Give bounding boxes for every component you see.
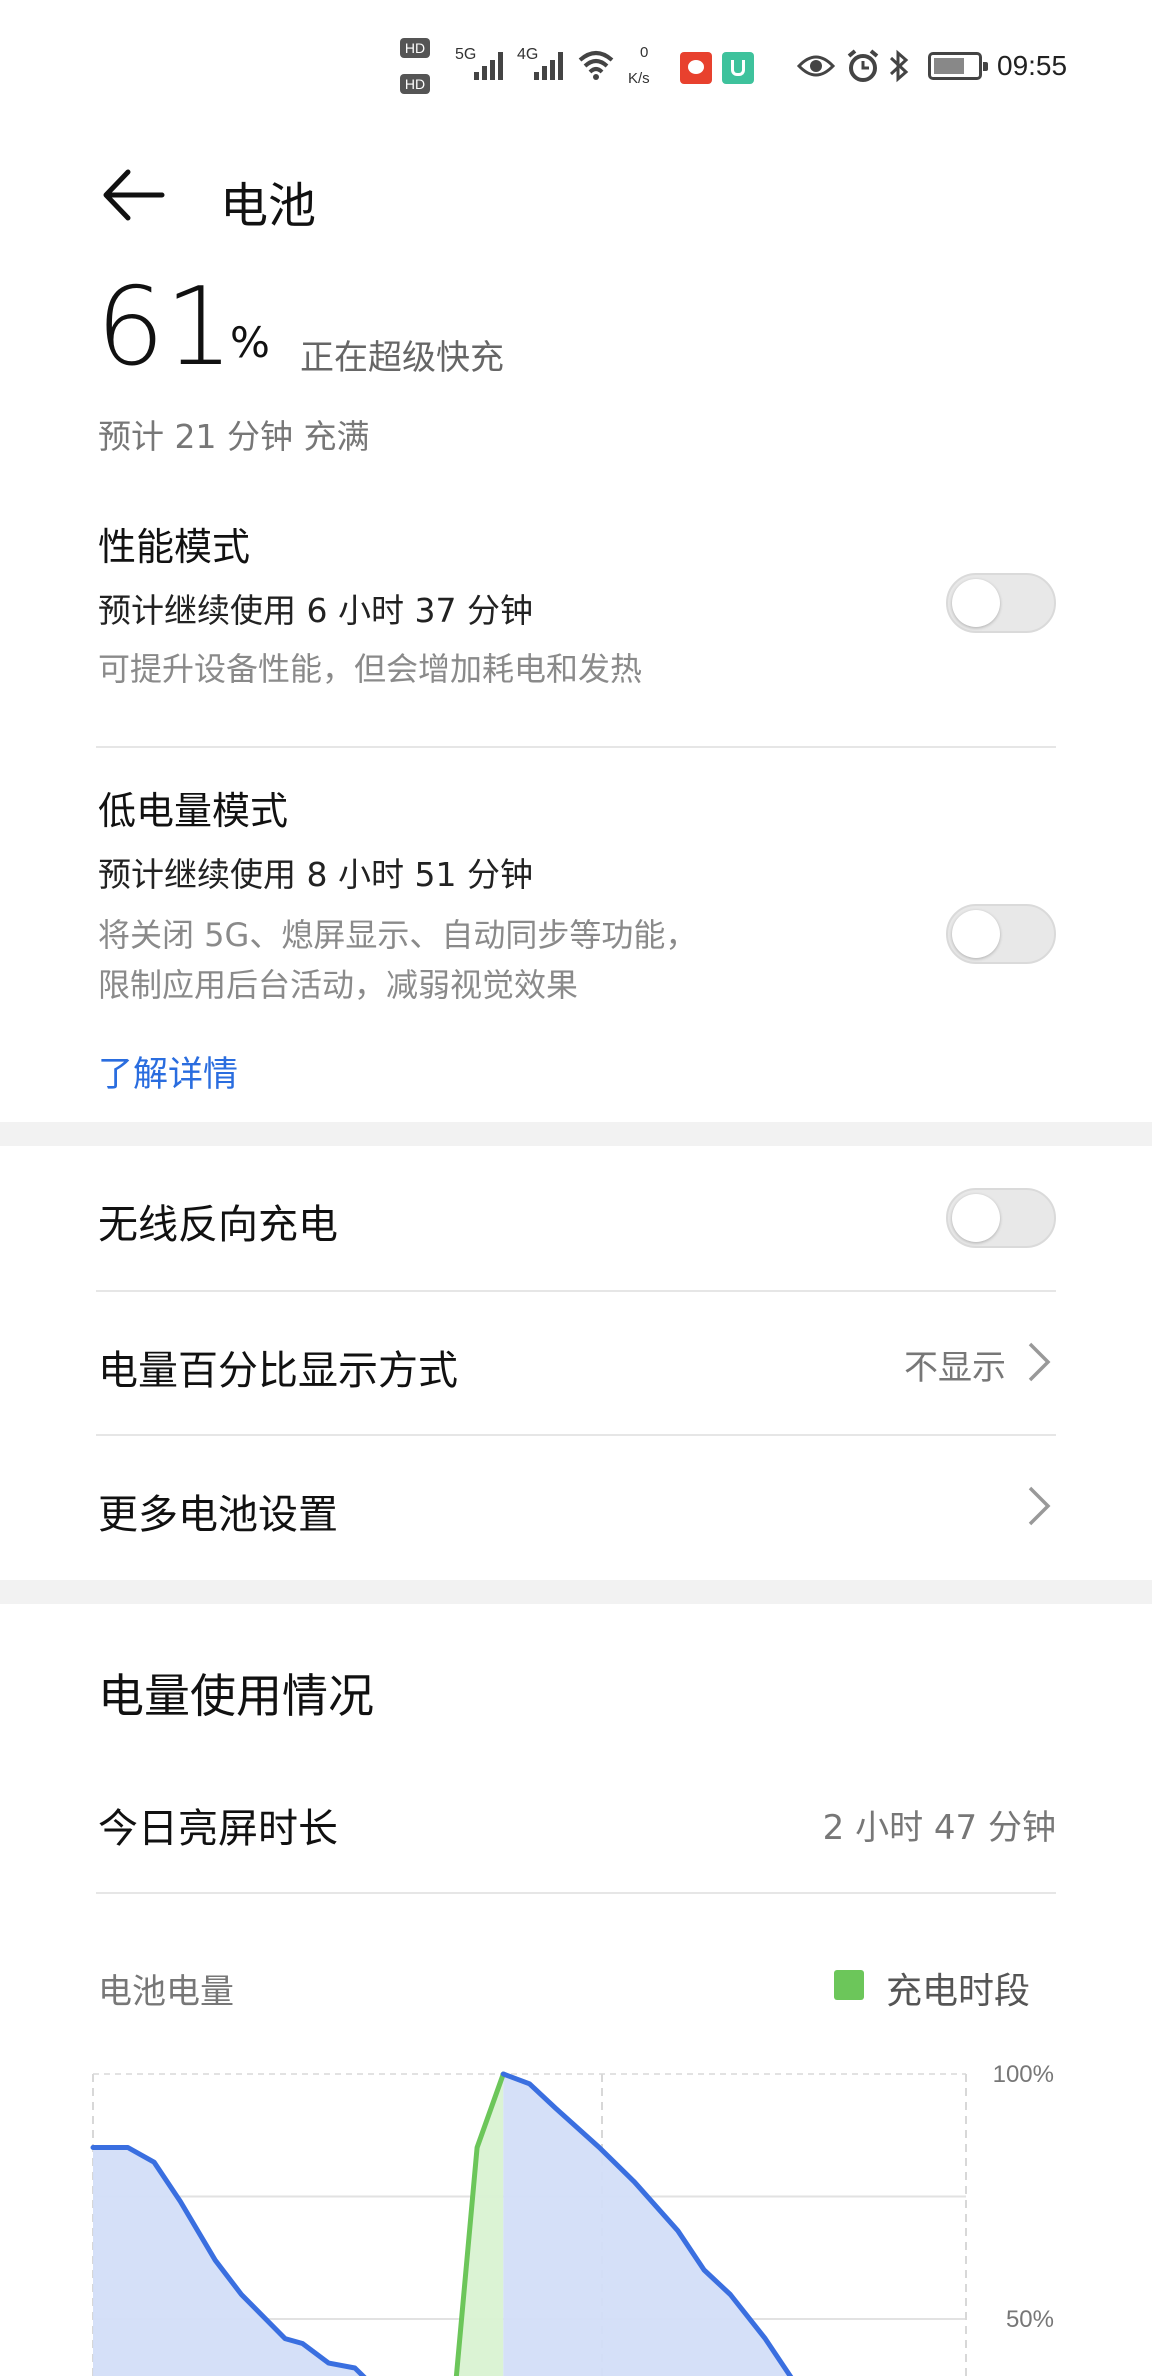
toggle-knob: [952, 1194, 1000, 1242]
mi-notification-icon: [722, 52, 754, 84]
app-notification-icon: [680, 52, 712, 84]
toggle-knob: [952, 910, 1000, 958]
net-speed-unit: K/s: [628, 70, 650, 87]
low-power-mode-description-line2: 限制应用后台活动，减弱视觉效果: [98, 966, 579, 1004]
screen-on-time-label: 今日亮屏时长: [98, 1806, 338, 1852]
legend-swatch-charging: [834, 1970, 864, 2000]
battery-percent: 61: [96, 265, 234, 390]
status-bar: HD HD 5G 4G 0 K/s 09:55: [0, 0, 1152, 110]
more-battery-settings-label: 更多电池设置: [98, 1492, 338, 1538]
toggle-knob: [952, 579, 1000, 627]
divider: [96, 1892, 1056, 1894]
section-separator: [0, 1122, 1152, 1146]
chart-title: 电池电量: [98, 1972, 234, 2012]
performance-mode-title: 性能模式: [98, 525, 251, 569]
low-power-mode-title: 低电量模式: [98, 789, 289, 833]
page-title: 电池: [220, 178, 317, 234]
battery-charging-icon: [928, 52, 988, 80]
clock: 09:55: [997, 50, 1068, 81]
net-speed-value: 0: [640, 44, 649, 61]
bluetooth-icon: [889, 49, 909, 83]
chart-areas: [93, 2074, 818, 2376]
reverse-wireless-charging-label: 无线反向充电: [98, 1202, 338, 1248]
screen-on-time-value: 2 小时 47 分钟: [822, 1808, 1056, 1848]
percentage-display-value: 不显示: [904, 1348, 1006, 1388]
usage-section-title: 电量使用情况: [98, 1669, 374, 1723]
battery-area: [503, 2074, 818, 2376]
eye-comfort-icon: [797, 55, 835, 77]
performance-mode-toggle[interactable]: [946, 573, 1056, 633]
more-battery-settings-row[interactable]: 更多电池设置: [0, 1436, 1152, 1578]
low-power-mode-description-line1: 将关闭 5G、熄屏显示、自动同步等功能，: [98, 916, 698, 954]
wifi-icon: [578, 51, 614, 80]
charging-status: 正在超级快充: [300, 338, 504, 378]
performance-mode-estimate: 预计继续使用 6 小时 37 分钟: [98, 591, 533, 630]
battery-level-chart[interactable]: 100% 50%: [0, 2040, 1152, 2376]
y-tick-label: 50%: [1006, 2306, 1054, 2333]
low-power-mode-estimate: 预计继续使用 8 小时 51 分钟: [98, 855, 533, 894]
signal-5g-icon: [474, 52, 503, 80]
divider: [96, 746, 1056, 748]
chart-ticks: 100% 50%: [993, 2061, 1054, 2333]
low-power-mode-toggle[interactable]: [946, 904, 1056, 964]
percentage-display-row[interactable]: 电量百分比显示方式 不显示: [0, 1292, 1152, 1434]
learn-more-link[interactable]: 了解详情: [98, 1046, 238, 1097]
legend-label-charging: 充电时段: [886, 1971, 1031, 2012]
percent-sign: %: [230, 318, 270, 367]
hd1-badge: HD: [400, 38, 430, 58]
section-separator: [0, 1580, 1152, 1604]
alarm-icon: [847, 49, 879, 82]
performance-mode-description: 可提升设备性能，但会增加耗电和发热: [98, 650, 643, 688]
signal-4g-icon: [534, 52, 563, 80]
y-tick-label: 100%: [993, 2061, 1054, 2088]
hd2-badge: HD: [400, 74, 430, 94]
back-arrow-icon[interactable]: [98, 160, 168, 230]
battery-area: [93, 2147, 451, 2376]
percentage-display-label: 电量百分比显示方式: [98, 1348, 458, 1394]
charge-estimate: 预计 21 分钟 充满: [98, 417, 370, 456]
chevron-right-icon: [1028, 1342, 1051, 1382]
chevron-right-icon: [1028, 1486, 1051, 1526]
reverse-wireless-charging-toggle[interactable]: [946, 1188, 1056, 1248]
